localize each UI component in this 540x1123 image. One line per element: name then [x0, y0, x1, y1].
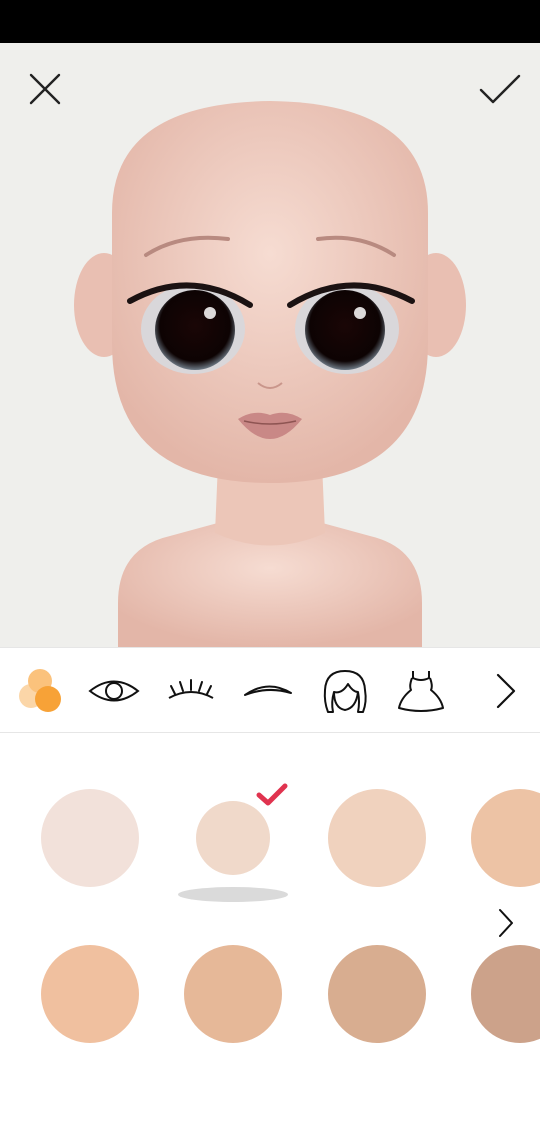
swatch-1-selected[interactable]: [196, 801, 270, 875]
close-button[interactable]: [21, 65, 69, 113]
status-bar: [0, 0, 540, 43]
tab-eyelashes[interactable]: [163, 648, 219, 734]
checkmark-icon: [479, 74, 521, 104]
tab-hair[interactable]: [317, 648, 373, 734]
palette-dots-icon: [19, 669, 61, 712]
swatch-7[interactable]: [471, 945, 540, 1043]
tab-outfit[interactable]: [393, 648, 449, 734]
close-x-icon: [29, 73, 61, 105]
category-toolbar: [0, 647, 540, 733]
confirm-button[interactable]: [476, 65, 524, 113]
swatch-0[interactable]: [41, 789, 139, 887]
swatch-2[interactable]: [328, 789, 426, 887]
swatch-3[interactable]: [471, 789, 540, 887]
doll-figure: [74, 101, 466, 647]
swatch-6[interactable]: [328, 945, 426, 1043]
swatch-5[interactable]: [184, 945, 282, 1043]
chevron-right-icon: [496, 673, 516, 709]
eye-icon: [88, 680, 140, 702]
tab-eyes[interactable]: [86, 648, 142, 734]
hair-icon: [323, 670, 367, 713]
chevron-right-icon: [499, 909, 513, 937]
swatches-next-button[interactable]: [484, 901, 528, 945]
selected-check-icon: [256, 783, 288, 806]
tab-skin-tone[interactable]: [10, 648, 68, 734]
selected-swatch-shadow: [178, 887, 288, 902]
doll-preview: [0, 43, 540, 647]
eyebrow-icon: [244, 685, 292, 696]
swatch-4[interactable]: [41, 945, 139, 1043]
dress-icon: [398, 671, 444, 712]
skin-tone-swatches: [0, 733, 540, 1123]
tab-eyebrows[interactable]: [240, 648, 296, 734]
eyelash-icon: [168, 679, 214, 699]
toolbar-next-button[interactable]: [484, 648, 528, 734]
